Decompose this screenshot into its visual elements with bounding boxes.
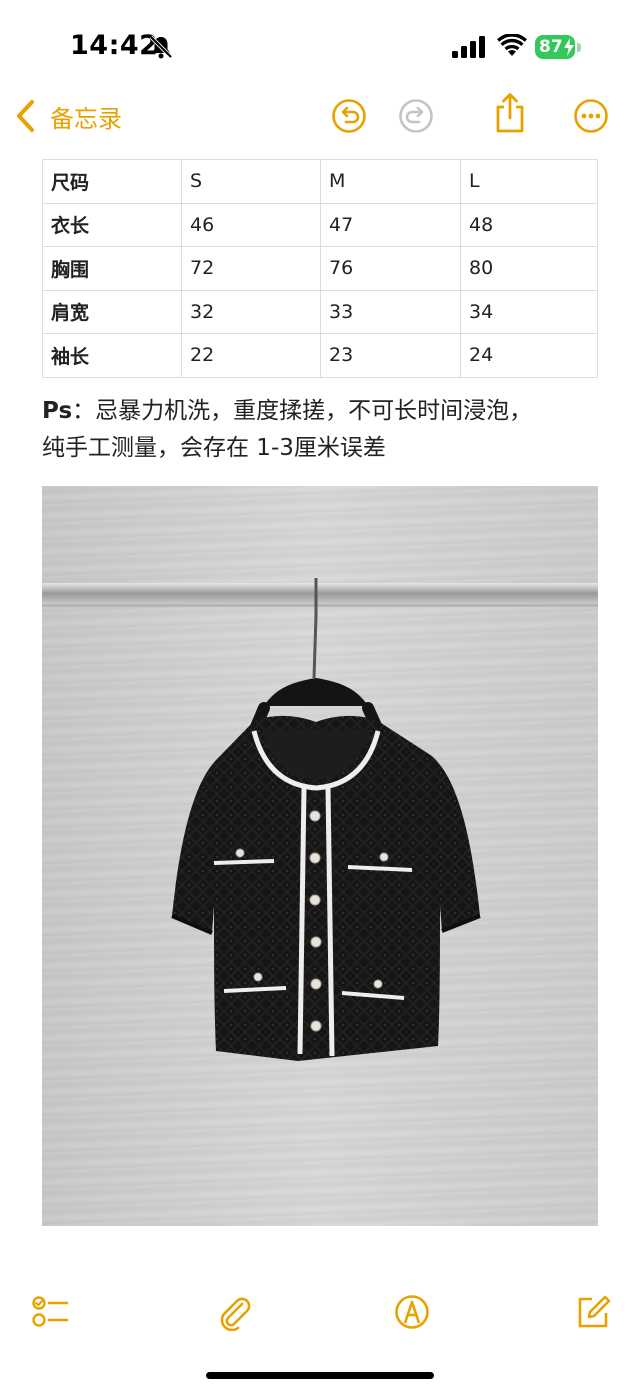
- note-ps-label: Ps: [42, 398, 73, 424]
- more-icon[interactable]: [573, 98, 609, 134]
- bell-slash-icon: [149, 35, 173, 59]
- status-time: 14:42: [70, 30, 159, 61]
- table-header-cell: 尺码: [42, 159, 182, 204]
- chevron-left-icon: [17, 100, 34, 132]
- table-cell: 48: [460, 202, 598, 247]
- redo-icon[interactable]: [398, 98, 434, 134]
- share-icon[interactable]: [493, 92, 527, 134]
- table-row-label: 袖长: [42, 333, 182, 378]
- table-cell: 47: [320, 202, 461, 247]
- bottom-toolbar: [0, 1285, 640, 1335]
- table-row-label: 胸围: [42, 246, 182, 291]
- checklist-icon[interactable]: [31, 1293, 69, 1331]
- table-cell: 22: [181, 333, 321, 378]
- nav-bar: 备忘录: [0, 90, 640, 140]
- back-button[interactable]: 备忘录: [14, 96, 122, 136]
- cellular-signal-icon: [452, 36, 485, 58]
- battery-charging-icon: [564, 38, 574, 56]
- table-cell: 24: [460, 333, 598, 378]
- table-row: 衣长 46 47 48: [42, 202, 598, 247]
- table-cell: 72: [181, 246, 321, 291]
- table-header-row: 尺码 S M L: [42, 159, 598, 204]
- table-header-cell: S: [181, 159, 321, 204]
- table-row: 袖长 22 23 24: [42, 333, 598, 378]
- table-cell: 34: [460, 289, 598, 334]
- table-cell: 46: [181, 202, 321, 247]
- home-indicator[interactable]: [206, 1372, 434, 1379]
- note-line-1: ：忌暴力机洗，重度揉搓，不可长时间浸泡，: [72, 398, 533, 424]
- paperclip-icon[interactable]: [216, 1293, 254, 1331]
- note-line-2: 纯手工测量，会存在 1-3厘米误差: [42, 435, 386, 461]
- back-label: 备忘录: [50, 104, 122, 133]
- notes-screen: 14:42 87 备忘录 尺码 S M L 衣长 46 47 48 胸围 72 …: [0, 0, 640, 1391]
- table-row: 肩宽 32 33 34: [42, 289, 598, 334]
- table-row-label: 肩宽: [42, 289, 182, 334]
- cardigan-on-hanger-image: [42, 486, 598, 1226]
- undo-icon[interactable]: [331, 98, 367, 134]
- wifi-icon: [497, 34, 527, 56]
- table-cell: 33: [320, 289, 461, 334]
- table-header-cell: L: [460, 159, 598, 204]
- table-cell: 76: [320, 246, 461, 291]
- markup-pen-icon[interactable]: [393, 1293, 431, 1331]
- battery-cap: [577, 43, 581, 52]
- product-photo[interactable]: [42, 486, 598, 1226]
- table-row-label: 衣长: [42, 202, 182, 247]
- status-bar: 14:42 87: [0, 0, 640, 90]
- size-table: 尺码 S M L 衣长 46 47 48 胸围 72 76 80 肩宽 32 3…: [42, 159, 598, 378]
- note-text[interactable]: Ps：忌暴力机洗，重度揉搓，不可长时间浸泡， 纯手工测量，会存在 1-3厘米误差: [42, 393, 602, 467]
- table-cell: 32: [181, 289, 321, 334]
- table-header-cell: M: [320, 159, 461, 204]
- table-cell: 80: [460, 246, 598, 291]
- table-cell: 23: [320, 333, 461, 378]
- table-row: 胸围 72 76 80: [42, 246, 598, 291]
- compose-icon[interactable]: [574, 1293, 612, 1331]
